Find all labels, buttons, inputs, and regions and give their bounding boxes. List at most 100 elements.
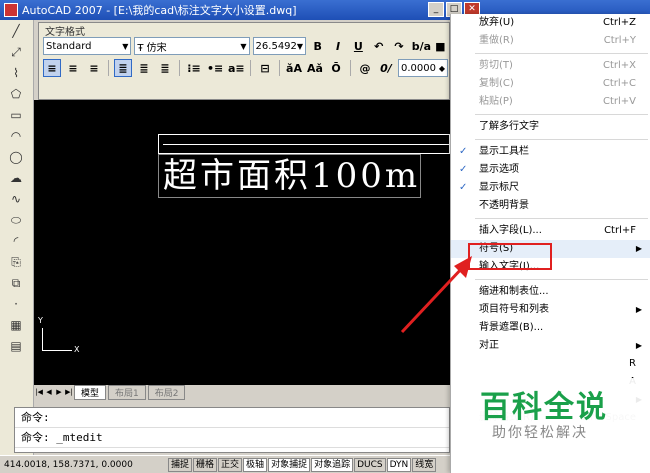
stack-icon[interactable]: b/a xyxy=(411,37,431,55)
dyn-toggle[interactable]: DYN xyxy=(386,457,412,472)
prev-tab-icon[interactable]: ◀ xyxy=(44,388,54,396)
tab-model[interactable]: 模型 xyxy=(74,384,107,400)
numbering-icon[interactable]: ⁝≡ xyxy=(185,59,203,77)
oblique-angle-icon: 0/ xyxy=(380,62,392,75)
point-icon[interactable]: · xyxy=(5,295,27,314)
make-block-icon[interactable]: ⧉ xyxy=(5,274,27,293)
lowercase-icon[interactable]: Aǎ xyxy=(306,59,324,77)
snap-toggle[interactable]: 捕捉 xyxy=(168,457,193,472)
text-height-select[interactable]: 26.5492 ▼ xyxy=(252,37,307,55)
arc-icon[interactable]: ◠ xyxy=(5,127,27,146)
underline-icon[interactable]: U xyxy=(350,37,367,55)
tab-layout2[interactable]: 布局2 xyxy=(147,384,186,400)
redo-icon[interactable]: ↷ xyxy=(390,37,407,55)
grid-toggle[interactable]: 栅格 xyxy=(193,457,218,472)
submenu-arrow-icon: ▶ xyxy=(635,305,642,314)
overline-icon[interactable]: Ō xyxy=(327,59,345,77)
command-window[interactable]: 命令: 命令: _mtedit xyxy=(14,407,450,453)
menu-separator xyxy=(475,139,648,140)
align-right-icon[interactable]: ≡ xyxy=(85,59,103,77)
highlight-box xyxy=(468,243,552,270)
text-format-row-1: Standard ▼ Ŧ 仿宋 ▼ 26.5492 ▼ B I U ↶ ↷ b/a ■ xyxy=(39,35,449,57)
circle-icon[interactable]: ◯ xyxy=(5,148,27,167)
menu-separator xyxy=(475,279,648,280)
color-select-icon[interactable]: ■ xyxy=(432,37,449,55)
polyline-icon[interactable]: ⌇ xyxy=(5,64,27,83)
valign-top-icon[interactable]: ≣ xyxy=(114,59,132,77)
insert-field-icon[interactable]: ⊟ xyxy=(256,59,274,77)
revision-cloud-icon[interactable]: ☁ xyxy=(5,169,27,188)
menu-separator xyxy=(475,53,648,54)
mtext-editor[interactable]: 超市面积100m xyxy=(158,154,422,198)
text-style-select[interactable]: Standard ▼ xyxy=(43,37,132,55)
menu-item[interactable]: ✓ 显示标尺 xyxy=(451,179,650,197)
undo-icon[interactable]: ↶ xyxy=(370,37,387,55)
ellipse-arc-icon[interactable]: ◜ xyxy=(5,232,27,251)
menu-item-label: 显示工具栏 xyxy=(479,146,529,157)
align-center-icon[interactable]: ≡ xyxy=(64,59,82,77)
menu-item-label: 了解多行文字 xyxy=(479,121,539,132)
truetype-icon: Ŧ xyxy=(137,42,144,54)
menu-item[interactable]: 插入字段(L)... Ctrl+F xyxy=(451,222,650,240)
command-line-2[interactable]: 命令: _mtedit xyxy=(15,428,449,448)
symbol-icon[interactable]: @ xyxy=(356,59,374,77)
polygon-icon[interactable]: ⬠ xyxy=(5,85,27,104)
menu-item[interactable]: 缩进和制表位... xyxy=(451,283,650,301)
text-format-row-2: ≡ ≡ ≡ ≣ ≣ ≣ ⁝≡ •≡ a≡ ⊟ ǎA Aǎ Ō @ 0/ 0.00… xyxy=(39,57,449,79)
otrack-toggle[interactable]: 对象追踪 xyxy=(311,457,354,472)
menu-item-label: 不透明背景 xyxy=(479,200,529,211)
menu-item-label: 缩进和制表位... xyxy=(479,286,549,297)
menu-item[interactable]: 背景遮罩(B)... xyxy=(451,319,650,337)
menu-item: 复制(C) Ctrl+C xyxy=(451,75,650,93)
valign-middle-icon[interactable]: ≣ xyxy=(135,59,153,77)
rectangle-icon[interactable]: ▭ xyxy=(5,106,27,125)
font-select[interactable]: Ŧ 仿宋 ▼ xyxy=(134,37,250,55)
first-tab-icon[interactable]: |◀ xyxy=(34,388,44,396)
osnap-toggle[interactable]: 对象捕捉 xyxy=(268,457,311,472)
valign-bottom-icon[interactable]: ≣ xyxy=(156,59,174,77)
letters-icon[interactable]: a≡ xyxy=(227,59,245,77)
next-tab-icon[interactable]: ▶ xyxy=(54,388,64,396)
ellipse-icon[interactable]: ⬭ xyxy=(5,211,27,230)
insert-block-icon[interactable]: ⎘ xyxy=(5,253,27,272)
lineweight-toggle[interactable]: 线宽 xyxy=(412,457,437,472)
gradient-icon[interactable]: ▤ xyxy=(5,337,27,356)
spline-icon[interactable]: ∿ xyxy=(5,190,27,209)
hatch-icon[interactable]: ▦ xyxy=(5,316,27,335)
submenu-arrow-icon: ▶ xyxy=(635,244,642,253)
menu-separator xyxy=(475,114,648,115)
bold-icon[interactable]: B xyxy=(309,37,326,55)
line-icon[interactable]: ╱ xyxy=(5,22,27,41)
polar-toggle[interactable]: 极轴 xyxy=(243,457,268,472)
minimize-button[interactable]: _ xyxy=(428,2,444,17)
uppercase-icon[interactable]: ǎA xyxy=(285,59,303,77)
tab-layout1[interactable]: 布局1 xyxy=(108,384,146,400)
menu-item[interactable]: 了解多行文字 xyxy=(451,118,650,136)
ducs-toggle[interactable]: DUCS xyxy=(354,457,386,472)
drawing-canvas[interactable]: 超市面积100m Y X xyxy=(34,100,450,385)
menu-item: 剪切(T) Ctrl+X xyxy=(451,57,650,75)
last-tab-icon[interactable]: ▶| xyxy=(64,388,74,396)
oblique-angle-input[interactable]: 0.0000 ◆ xyxy=(398,59,448,77)
font-value: Ŧ 仿宋 xyxy=(137,39,166,54)
menu-item[interactable]: R xyxy=(451,355,650,373)
ucs-y-axis xyxy=(42,328,43,350)
construction-line-icon[interactable]: ⤢ xyxy=(5,43,27,62)
ortho-toggle[interactable]: 正交 xyxy=(218,457,243,472)
menu-item-label: 剪切(T) xyxy=(479,60,513,71)
text-style-value: Standard xyxy=(46,40,92,52)
menu-item[interactable]: ✓ 显示工具栏 xyxy=(451,143,650,161)
menu-item[interactable]: ✓ 显示选项 xyxy=(451,161,650,179)
italic-icon[interactable]: I xyxy=(329,37,346,55)
mtext-ruler[interactable] xyxy=(158,134,450,154)
text-height-value: 26.5492 xyxy=(255,40,297,52)
align-left-icon[interactable]: ≡ xyxy=(43,59,61,77)
menu-item[interactable]: 放弃(U) Ctrl+Z xyxy=(451,14,650,32)
menu-item[interactable]: 项目符号和列表 ▶ xyxy=(451,301,650,319)
chevron-down-icon: ▼ xyxy=(122,41,129,51)
menu-item-shortcut: R xyxy=(629,358,636,369)
bullets-icon[interactable]: •≡ xyxy=(206,59,224,77)
menu-item[interactable]: 对正 ▶ xyxy=(451,337,650,355)
divider xyxy=(250,60,251,76)
menu-item[interactable]: 不透明背景 xyxy=(451,197,650,215)
